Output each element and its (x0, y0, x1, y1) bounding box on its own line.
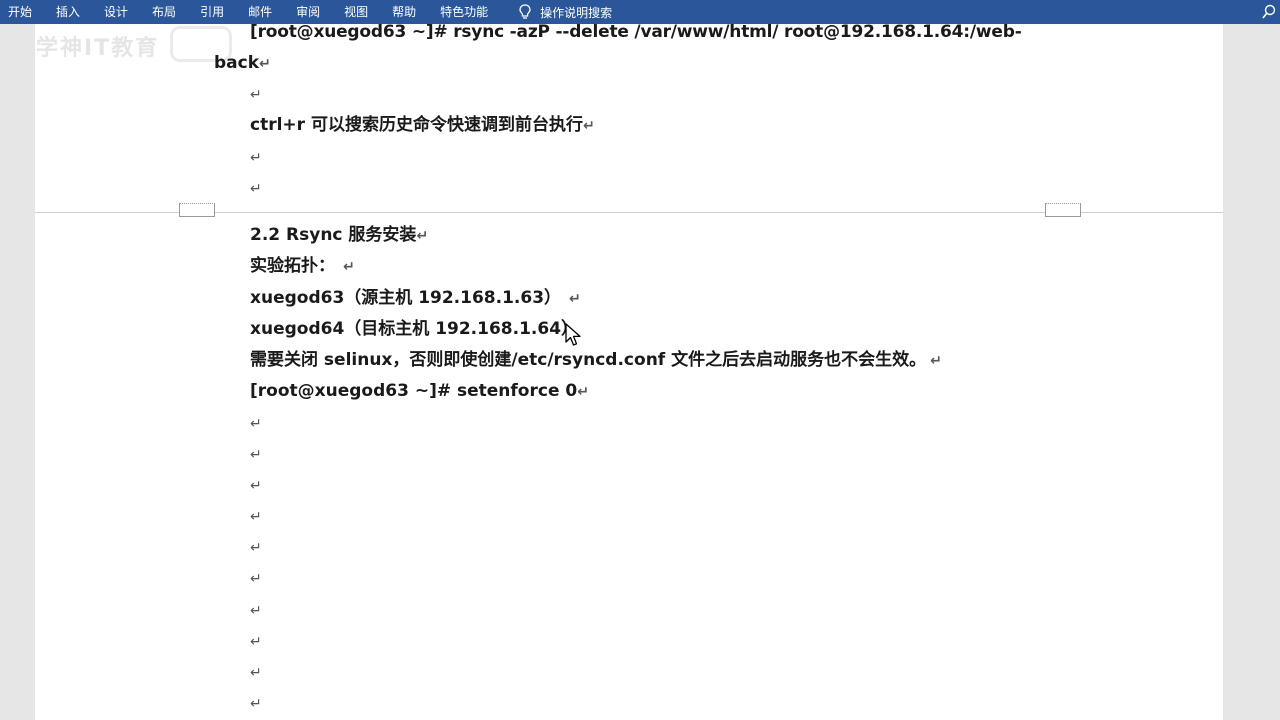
ctrl-r-tip[interactable]: ctrl+r 可以搜索历史命令快速调到前台执行↵ (250, 114, 595, 136)
paragraph-mark: ↵ (250, 696, 262, 712)
mouse-pointer-icon (565, 323, 581, 346)
cmd-rsync-wrap[interactable]: back↵ (214, 52, 271, 74)
tab-design[interactable]: 设计 (92, 0, 140, 24)
paragraph-mark: ↵ (250, 416, 262, 432)
paragraph-mark: ↵ (569, 291, 581, 307)
cmd-rsync-line[interactable]: [root@xuegod63 ~]# rsync -azP --delete /… (250, 21, 1022, 43)
watermark-logo: 学神IT教育 (36, 36, 160, 61)
paragraph-mark: ↵ (250, 571, 262, 587)
host-source-line[interactable]: xuegod63（源主机 192.168.1.63） ↵ (250, 287, 581, 309)
host-source-text: xuegod63（源主机 192.168.1.63） (250, 288, 562, 308)
paragraph-mark: ↵ (930, 353, 942, 369)
tab-references[interactable]: 引用 (188, 0, 236, 24)
tab-insert[interactable]: 插入 (44, 0, 92, 24)
paragraph-mark: ↵ (250, 150, 262, 166)
cmd-rsync-wrap-text: back (214, 53, 260, 73)
paragraph-mark: ↵ (250, 665, 262, 681)
search-icon[interactable] (1262, 4, 1276, 20)
topology-label[interactable]: 实验拓扑： ↵ (250, 255, 355, 277)
lightbulb-icon (519, 4, 531, 19)
paragraph-mark: ↵ (250, 87, 262, 103)
paragraph-mark: ↵ (250, 478, 262, 494)
cmd-setenforce[interactable]: [root@xuegod63 ~]# setenforce 0↵ (250, 380, 589, 402)
host-target-line[interactable]: xuegod64（目标主机 192.168.1.64） (250, 318, 578, 340)
section-heading-text: 2.2 Rsync 服务安装 (250, 225, 417, 245)
host-target-text: xuegod64（目标主机 192.168.1.64） (250, 319, 579, 339)
paragraph-mark: ↵ (250, 181, 262, 197)
tell-me-label: 操作说明搜索 (540, 5, 613, 20)
paragraph-mark: ↵ (250, 509, 262, 525)
topology-label-text: 实验拓扑： (250, 256, 335, 276)
tab-home[interactable]: 开始 (0, 0, 44, 24)
paragraph-mark: ↵ (582, 118, 595, 134)
paragraph-mark: ↵ (250, 603, 262, 619)
margin-corner-right (1045, 203, 1081, 217)
paragraph-mark: ↵ (250, 634, 262, 650)
margin-corner-left (179, 203, 215, 217)
cmd-setenforce-text: [root@xuegod63 ~]# setenforce 0 (250, 381, 578, 401)
paragraph-mark: ↵ (250, 540, 262, 556)
ctrl-r-tip-text: ctrl+r 可以搜索历史命令快速调到前台执行 (250, 115, 583, 135)
selinux-note-text: 需要关闭 selinux，否则即使创建/etc/rsyncd.conf 文件之后… (250, 350, 927, 370)
paragraph-mark: ↵ (577, 384, 589, 400)
paragraph-mark: ↵ (343, 259, 355, 275)
selinux-note[interactable]: 需要关闭 selinux，否则即使创建/etc/rsyncd.conf 文件之后… (250, 349, 942, 371)
paragraph-mark: ↵ (250, 447, 262, 463)
section-heading[interactable]: 2.2 Rsync 服务安装↵ (250, 224, 428, 246)
paragraph-mark: ↵ (259, 56, 271, 72)
tab-layout[interactable]: 布局 (140, 0, 188, 24)
document-page[interactable] (35, 24, 1223, 720)
paragraph-mark: ↵ (416, 228, 429, 244)
